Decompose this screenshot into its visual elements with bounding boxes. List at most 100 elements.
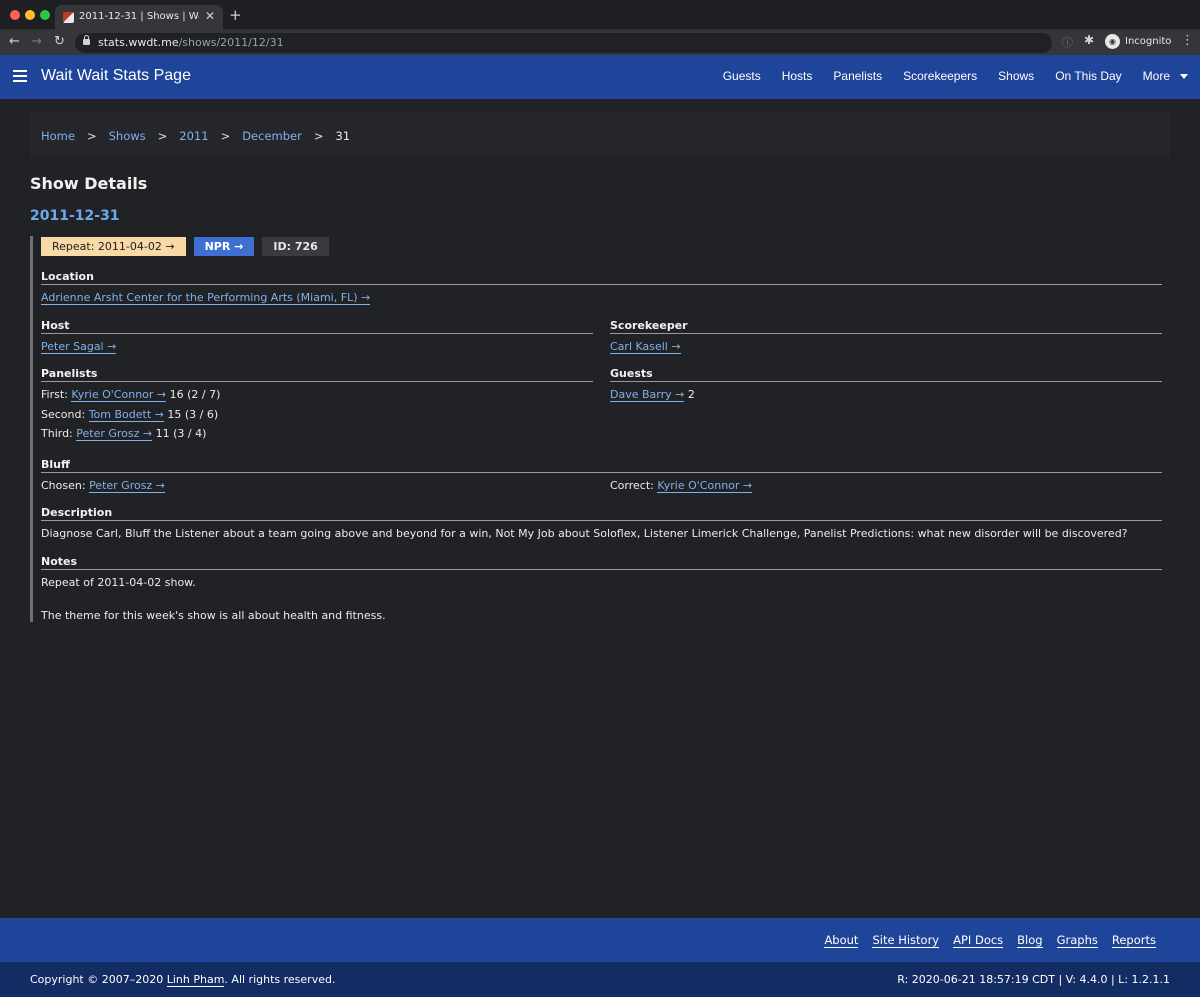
favicon-icon — [63, 12, 74, 23]
nav-hosts[interactable]: Hosts — [782, 69, 813, 83]
breadcrumb-home[interactable]: Home — [41, 129, 75, 143]
hamburger-menu-icon[interactable] — [13, 70, 27, 82]
caret-down-icon[interactable] — [1180, 73, 1188, 79]
browser-tab-bar: 2011-12-31 | Shows | Wait Wait ✕ + — [0, 0, 1200, 30]
window-close-icon[interactable] — [10, 10, 20, 20]
reload-icon[interactable]: ↻ — [54, 34, 65, 49]
panelist-link[interactable]: Tom Bodett → — [88, 407, 164, 422]
bluff-chosen-name: Peter Grosz — [89, 479, 153, 492]
guest-name: Dave Barry — [610, 388, 672, 401]
window-zoom-icon[interactable] — [40, 10, 50, 20]
panelist-link[interactable]: Kyrie O'Connor → — [71, 388, 167, 402]
nav-on-this-day[interactable]: On This Day — [1055, 69, 1121, 83]
bluff-correct-name: Kyrie O'Connor — [657, 479, 740, 492]
host-link[interactable]: Peter Sagal → — [41, 340, 117, 354]
arrow-icon: → — [154, 407, 164, 421]
notes-heading: Notes — [41, 555, 1162, 570]
breadcrumb-month[interactable]: December — [242, 129, 302, 143]
bluff-chosen-label: Chosen: — [41, 479, 86, 492]
breadcrumb-separator: > — [220, 128, 231, 143]
version-info: R: 2020-06-21 18:57:19 CDT | V: 4.4.0 | … — [897, 973, 1170, 986]
panelist-position: First: — [41, 388, 68, 401]
location-field: Location Adrienne Arsht Center for the P… — [41, 270, 1162, 308]
guest-row: Dave Barry → 2 — [610, 385, 1162, 405]
scorekeeper-link[interactable]: Carl Kasell → — [610, 340, 681, 354]
site-header: Wait Wait Stats Page Guests Hosts Paneli… — [0, 55, 1200, 99]
incognito-icon[interactable]: ◉ — [1105, 34, 1120, 49]
footer-links: About Site History API Docs Blog Graphs … — [810, 933, 1156, 948]
panelist-row: Third: Peter Grosz → 11 (3 / 4) — [41, 424, 593, 444]
panelist-name: Tom Bodett — [88, 407, 152, 421]
nav-panelists[interactable]: Panelists — [833, 69, 882, 83]
panelist-score: 15 (3 / 6) — [167, 407, 219, 421]
breadcrumb: Home > Shows > 2011 > December > 31 — [30, 113, 1170, 158]
bluff-correct-link[interactable]: Kyrie O'Connor → — [657, 479, 753, 493]
description-field: Description Diagnose Carl, Bluff the Lis… — [41, 506, 1162, 544]
nav-more[interactable]: More — [1143, 69, 1170, 83]
browser-tab[interactable]: 2011-12-31 | Shows | Wait Wait ✕ — [55, 5, 223, 30]
arrow-icon: → — [156, 388, 167, 401]
footer-link-blog[interactable]: Blog — [1017, 933, 1043, 948]
panelist-position: Second: — [41, 407, 86, 421]
scorekeeper-name: Carl Kasell — [610, 340, 668, 353]
location-heading: Location — [41, 270, 1162, 285]
incognito-label[interactable]: Incognito — [1125, 36, 1171, 47]
breadcrumb-shows[interactable]: Shows — [109, 129, 146, 143]
footer-link-site-history[interactable]: Site History — [872, 933, 940, 948]
bluff-correct-label: Correct: — [610, 479, 654, 492]
copyright-prefix: Copyright © 2007–2020 — [30, 973, 164, 986]
host-field: Host Peter Sagal → — [41, 319, 593, 357]
bluff-heading: Bluff — [41, 458, 1162, 473]
breadcrumb-separator: > — [157, 128, 168, 143]
breadcrumb-separator: > — [86, 128, 97, 143]
arrow-icon: → — [742, 479, 753, 492]
copyright-suffix: . All rights reserved. — [224, 973, 336, 986]
npr-badge[interactable]: NPR → — [193, 237, 255, 256]
nav-shows[interactable]: Shows — [998, 69, 1034, 83]
host-name: Peter Sagal — [41, 340, 104, 353]
panelists-field: Panelists First: Kyrie O'Connor → 16 (2 … — [41, 367, 593, 444]
copyright: Copyright © 2007–2020 Linh Pham. All rig… — [30, 973, 336, 987]
nav-scorekeepers[interactable]: Scorekeepers — [903, 69, 977, 83]
forward-icon[interactable]: → — [31, 34, 42, 49]
breadcrumb-separator: > — [313, 128, 324, 143]
bluff-chosen-link[interactable]: Peter Grosz → — [89, 479, 165, 493]
url-host: stats.wwdt.me — [98, 36, 179, 49]
site-brand[interactable]: Wait Wait Stats Page — [41, 67, 191, 85]
panelist-link[interactable]: Peter Grosz → — [76, 427, 153, 441]
footer-link-reports[interactable]: Reports — [1111, 933, 1156, 948]
guest-link[interactable]: Dave Barry → — [610, 388, 685, 402]
url-input[interactable]: stats.wwdt.me/shows/2011/12/31 ☆ — [75, 33, 1121, 53]
lock-icon[interactable] — [83, 35, 90, 45]
description-text: Diagnose Carl, Bluff the Listener about … — [41, 527, 1128, 540]
panelist-position: Third: — [41, 427, 73, 440]
window-minimize-icon[interactable] — [25, 10, 35, 20]
panelist-row: Second: Tom Bodett → 15 (3 / 6) — [41, 405, 593, 425]
tab-close-icon[interactable]: ✕ — [205, 9, 215, 23]
location-link[interactable]: Adrienne Arsht Center for the Performing… — [41, 291, 371, 305]
main-nav: Guests Hosts Panelists Scorekeepers Show… — [702, 69, 1188, 83]
breadcrumb-year[interactable]: 2011 — [179, 129, 208, 143]
nav-guests[interactable]: Guests — [723, 69, 761, 83]
extensions-icon[interactable]: ✱ — [1084, 33, 1094, 47]
author-link[interactable]: Linh Pham — [166, 973, 225, 987]
panelist-score: 16 (2 / 7) — [169, 388, 221, 401]
new-tab-icon[interactable]: + — [229, 6, 242, 24]
breadcrumb-current: 31 — [335, 128, 351, 143]
info-icon[interactable]: ⓘ — [1062, 34, 1073, 50]
panelist-name: Kyrie O'Connor — [71, 388, 154, 401]
guest-score: 2 — [687, 388, 695, 401]
arrow-icon: → — [671, 340, 681, 353]
browser-menu-icon[interactable]: ⋮ — [1181, 33, 1194, 48]
show-id-badge: ID: 726 — [262, 237, 329, 256]
page-title: Show Details — [30, 174, 148, 193]
back-icon[interactable]: ← — [9, 34, 20, 49]
guests-heading: Guests — [610, 367, 1162, 382]
show-date-link[interactable]: 2011-12-31 — [30, 208, 120, 224]
repeat-badge[interactable]: Repeat: 2011-04-02 → — [41, 237, 186, 256]
panelists-heading: Panelists — [41, 367, 593, 382]
tab-title: 2011-12-31 | Shows | Wait Wait — [79, 11, 199, 22]
footer-link-graphs[interactable]: Graphs — [1056, 933, 1098, 948]
footer-link-api-docs[interactable]: API Docs — [953, 933, 1004, 948]
footer-link-about[interactable]: About — [824, 933, 859, 948]
